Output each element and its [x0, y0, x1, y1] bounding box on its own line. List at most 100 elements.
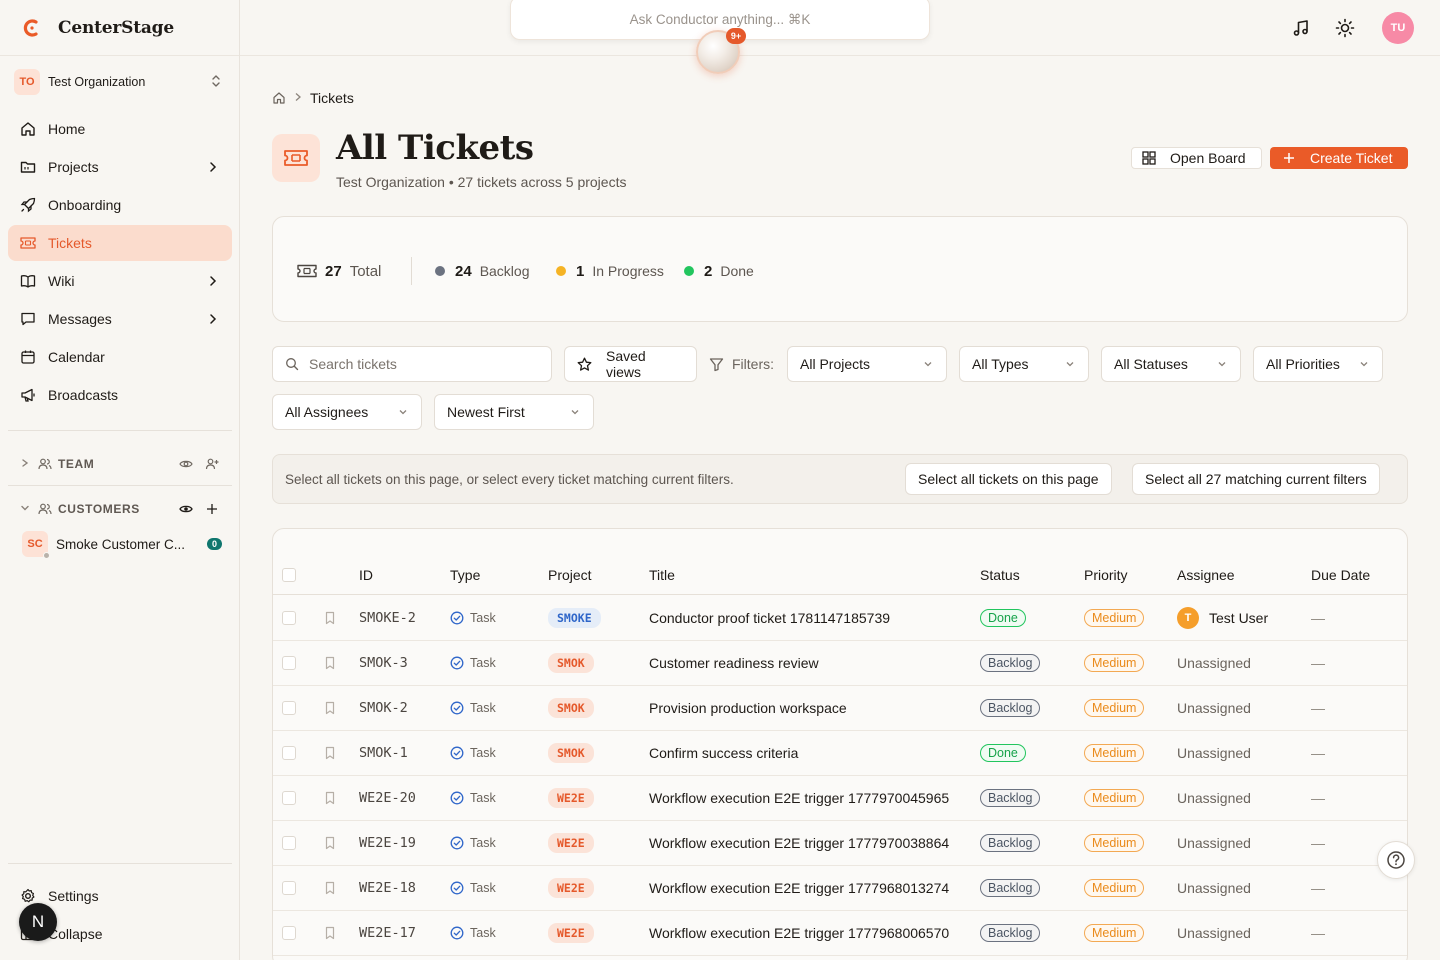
assignee-cell[interactable]: Unassigned [1177, 641, 1251, 685]
chevron-down-icon[interactable] [20, 502, 30, 516]
open-board-button[interactable]: Open Board [1131, 147, 1262, 169]
col-priority[interactable]: Priority [1084, 567, 1128, 583]
priority-badge[interactable]: Medium [1084, 879, 1145, 897]
priority-badge[interactable]: Medium [1084, 789, 1145, 807]
ticket-id[interactable]: WE2E-18 [359, 866, 416, 910]
assignee-cell[interactable]: Unassigned [1177, 776, 1251, 820]
select-page-button[interactable]: Select all tickets on this page [905, 463, 1112, 495]
sidebar-item-calendar[interactable]: Calendar [8, 339, 232, 375]
sidebar-item-projects[interactable]: Projects [8, 149, 232, 185]
select-all-matching-button[interactable]: Select all 27 matching current filters [1132, 463, 1380, 495]
project-badge[interactable]: WE2E [548, 788, 594, 808]
customer-item[interactable]: SC Smoke Customer C... 0 [22, 531, 222, 559]
col-assignee[interactable]: Assignee [1177, 567, 1235, 583]
ticket-title[interactable]: Confirm success criteria [649, 731, 798, 775]
col-status[interactable]: Status [980, 567, 1020, 583]
row-checkbox[interactable] [282, 656, 296, 670]
table-row[interactable]: WE2E-18 Task WE2E Workflow execution E2E tr… [273, 866, 1407, 911]
bookmark-icon[interactable] [324, 791, 336, 805]
col-project[interactable]: Project [548, 567, 592, 583]
table-row[interactable]: SMOK-2 Task SMOK Provision production works… [273, 686, 1407, 731]
project-badge[interactable]: WE2E [548, 923, 594, 943]
statuses-filter-select[interactable]: All Statuses [1101, 346, 1241, 382]
ticket-id[interactable]: SMOK-1 [359, 731, 408, 775]
plus-icon[interactable] [204, 501, 220, 517]
priority-badge[interactable]: Medium [1084, 699, 1145, 717]
assignee-cell[interactable]: Unassigned [1177, 731, 1251, 775]
ticket-title[interactable]: Conductor proof ticket 1781147185739 [649, 596, 890, 640]
row-checkbox[interactable] [282, 746, 296, 760]
user-avatar[interactable]: TU [1382, 12, 1414, 44]
ticket-id[interactable]: WE2E-20 [359, 776, 416, 820]
table-row[interactable]: WE2E-17 Task WE2E Workflow execution E2E tr… [273, 911, 1407, 956]
bookmark-icon[interactable] [324, 656, 336, 670]
sidebar-item-wiki[interactable]: Wiki [8, 263, 232, 299]
assignee-cell[interactable]: Unassigned [1177, 911, 1251, 955]
bookmark-icon[interactable] [324, 746, 336, 760]
assignee-cell[interactable]: Unassigned [1177, 866, 1251, 910]
bookmark-icon[interactable] [324, 836, 336, 850]
home-icon[interactable] [272, 91, 286, 105]
ticket-title[interactable]: Workflow execution E2E trigger 177797004… [649, 776, 949, 820]
ticket-title[interactable]: Workflow execution E2E trigger 177797003… [649, 821, 949, 865]
music-note-icon[interactable] [1291, 18, 1311, 38]
sort-select[interactable]: Newest First [434, 394, 594, 430]
status-badge[interactable]: Backlog [980, 924, 1041, 942]
project-badge[interactable]: WE2E [548, 878, 594, 898]
priorities-filter-select[interactable]: All Priorities [1253, 346, 1383, 382]
sidebar-item-tickets[interactable]: Tickets [8, 225, 232, 261]
status-badge[interactable]: Backlog [980, 879, 1041, 897]
chevron-right-icon[interactable] [20, 457, 30, 471]
org-switcher[interactable]: TO Test Organization [14, 68, 228, 96]
status-badge[interactable]: Done [980, 609, 1026, 627]
assignee-cell[interactable]: Unassigned [1177, 686, 1251, 730]
add-user-icon[interactable] [204, 456, 220, 472]
sidebar-item-home[interactable]: Home [8, 111, 232, 147]
ticket-id[interactable]: WE2E-17 [359, 911, 416, 955]
select-all-checkbox[interactable] [282, 568, 296, 582]
col-id[interactable]: ID [359, 567, 373, 583]
row-checkbox[interactable] [282, 791, 296, 805]
brand[interactable]: CenterStage [0, 0, 239, 56]
status-badge[interactable]: Backlog [980, 789, 1041, 807]
projects-filter-select[interactable]: All Projects [787, 346, 947, 382]
customers-section-header[interactable]: CUSTOMERS [20, 498, 220, 520]
search-input[interactable]: Search tickets [272, 346, 552, 382]
status-badge[interactable]: Backlog [980, 654, 1041, 672]
ticket-id[interactable]: SMOK-2 [359, 686, 408, 730]
bookmark-icon[interactable] [324, 881, 336, 895]
table-row[interactable]: SMOK-3 Task SMOK Customer readiness review B… [273, 641, 1407, 686]
ticket-title[interactable]: Workflow execution E2E trigger 177796800… [649, 911, 949, 955]
priority-badge[interactable]: Medium [1084, 834, 1145, 852]
priority-badge[interactable]: Medium [1084, 744, 1145, 762]
priority-badge[interactable]: Medium [1084, 654, 1145, 672]
row-checkbox[interactable] [282, 926, 296, 940]
table-row[interactable]: WE2E-20 Task WE2E Workflow execution E2E tr… [273, 776, 1407, 821]
ticket-id[interactable]: WE2E-19 [359, 821, 416, 865]
table-row[interactable]: SMOKE-2 Task SMOKE Conductor proof ticket 1… [273, 596, 1407, 641]
bookmark-icon[interactable] [324, 926, 336, 940]
project-badge[interactable]: SMOKE [548, 608, 601, 628]
sidebar-item-broadcasts[interactable]: Broadcasts [8, 377, 232, 413]
team-section-header[interactable]: TEAM [20, 453, 220, 475]
status-badge[interactable]: Done [980, 744, 1026, 762]
assignee-cell[interactable]: T Test User [1177, 596, 1268, 640]
project-badge[interactable]: SMOK [548, 653, 594, 673]
stat-done[interactable]: 2 Done [684, 261, 754, 281]
row-checkbox[interactable] [282, 701, 296, 715]
col-type[interactable]: Type [450, 567, 480, 583]
saved-views-button[interactable]: Saved views [564, 346, 697, 382]
ticket-id[interactable]: SMOK-3 [359, 641, 408, 685]
project-badge[interactable]: SMOK [548, 698, 594, 718]
priority-badge[interactable]: Medium [1084, 609, 1145, 627]
status-badge[interactable]: Backlog [980, 699, 1041, 717]
sun-icon[interactable] [1335, 18, 1355, 38]
assistant-launcher-button[interactable]: N [19, 903, 57, 941]
ticket-id[interactable]: SMOKE-2 [359, 596, 416, 640]
stat-in-progress[interactable]: 1 In Progress [556, 261, 664, 281]
assignees-filter-select[interactable]: All Assignees [272, 394, 422, 430]
types-filter-select[interactable]: All Types [959, 346, 1089, 382]
bookmark-icon[interactable] [324, 701, 336, 715]
sidebar-item-messages[interactable]: Messages [8, 301, 232, 337]
project-badge[interactable]: WE2E [548, 833, 594, 853]
